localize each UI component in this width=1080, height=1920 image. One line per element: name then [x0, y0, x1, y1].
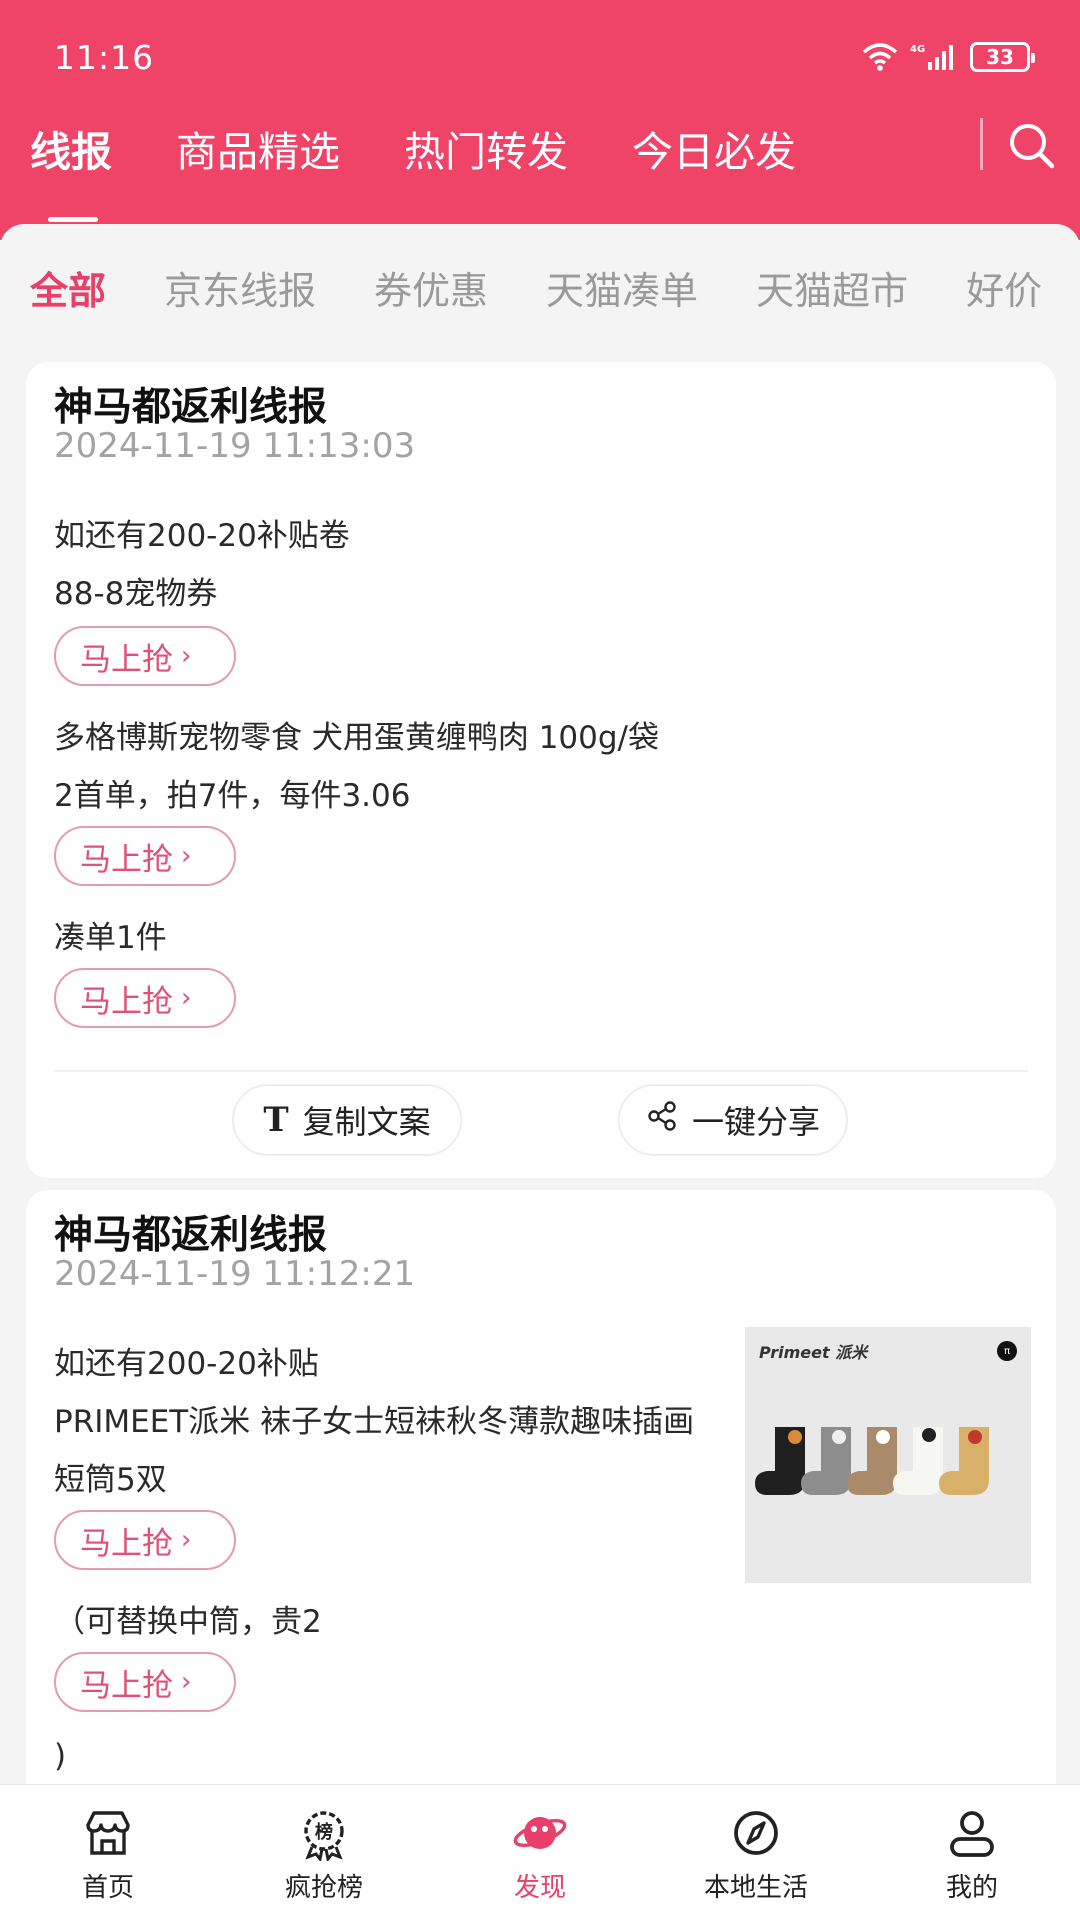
deal-text: 多格博斯宠物零食 犬用蛋黄缠鸭肉 100g/袋: [54, 720, 659, 756]
top-tab-bar: 线报 商品精选 热门转发 今日必发: [30, 118, 860, 222]
share-label: 一键分享: [691, 1103, 820, 1141]
grab-button[interactable]: 马上抢 ›: [54, 826, 236, 886]
nav-profile[interactable]: 我的: [864, 1785, 1080, 1920]
share-button[interactable]: 一键分享: [618, 1084, 848, 1156]
grab-button-label: 马上抢: [80, 1667, 173, 1704]
status-bar: 11:16 4G 33: [54, 38, 1035, 82]
text-format-icon: T: [263, 1100, 289, 1140]
deal-text: （可替换中筒，贵2: [54, 1604, 322, 1640]
card-divider: [54, 1070, 1028, 1072]
category-tab-tmall-bundle[interactable]: 天猫凑单: [546, 260, 698, 315]
app-header: 11:16 4G 33 线报 商品精选 热门转发 今日必发: [0, 0, 1080, 240]
deal-text: 如还有200-20补贴卷: [54, 518, 350, 554]
chevron-right-icon: ›: [181, 983, 192, 1013]
header-divider: [980, 118, 983, 170]
grab-button[interactable]: 马上抢 ›: [54, 1510, 236, 1570]
category-tab-good-price[interactable]: 好价: [966, 260, 1042, 315]
grab-button-label: 马上抢: [80, 841, 173, 878]
ranking-badge-icon: 榜: [296, 1805, 352, 1863]
battery-icon: 33: [970, 42, 1035, 72]
status-time: 11:16: [54, 38, 155, 77]
deal-text: 凑单1件: [54, 920, 167, 956]
cellular-signal-icon: 4G: [910, 42, 958, 72]
bottom-nav-bar: 首页 榜 疯抢榜 发现 本地生活 我的: [0, 1784, 1080, 1920]
grab-button[interactable]: 马上抢 ›: [54, 626, 236, 686]
nav-label: 我的: [945, 1873, 998, 1903]
nav-label: 发现: [513, 1873, 566, 1903]
nav-label: 本地生活: [703, 1873, 808, 1903]
chevron-right-icon: ›: [181, 1667, 192, 1697]
card-timestamp: 2024-11-19 11:13:03: [54, 426, 416, 466]
wifi-icon: [862, 42, 898, 72]
tab-remen-zhuanfa[interactable]: 热门转发: [404, 118, 568, 178]
compass-icon: [728, 1805, 784, 1861]
category-tab-bar: 全部 京东线报 券优惠 天猫凑单 天猫超市 好价: [30, 260, 1080, 315]
deal-text: 如还有200-20补贴: [54, 1346, 319, 1382]
product-image[interactable]: Primeet 派米 π: [745, 1327, 1031, 1583]
socks-illustration: [755, 1427, 989, 1495]
tab-jinri-bifa[interactable]: 今日必发: [632, 118, 796, 178]
grab-button-label: 马上抢: [80, 641, 173, 678]
tab-xianbao[interactable]: 线报: [30, 118, 112, 222]
nav-label: 首页: [81, 1873, 134, 1903]
nav-home[interactable]: 首页: [0, 1785, 216, 1920]
deal-text: 2首单，拍7件，每件3.06: [54, 778, 411, 814]
chevron-right-icon: ›: [181, 1525, 192, 1555]
grab-button[interactable]: 马上抢 ›: [54, 968, 236, 1028]
user-icon: [944, 1805, 1000, 1861]
share-icon: [646, 1100, 678, 1140]
card-timestamp: 2024-11-19 11:12:21: [54, 1254, 416, 1294]
search-icon: [1004, 124, 1060, 178]
category-tab-coupon[interactable]: 券优惠: [374, 260, 488, 315]
network-type-label: 4G: [910, 44, 925, 55]
deal-text: PRIMEET派米 袜子女士短袜秋冬薄款趣味插画: [54, 1404, 695, 1440]
tab-label: 商品精选: [176, 128, 340, 176]
search-button[interactable]: [1004, 118, 1060, 174]
nav-discover[interactable]: 发现: [432, 1785, 648, 1920]
category-tab-tmall-market[interactable]: 天猫超市: [756, 260, 908, 315]
category-tab-jd[interactable]: 京东线报: [164, 260, 316, 315]
category-tab-all[interactable]: 全部: [30, 260, 106, 315]
deal-text: 88-8宠物券: [54, 576, 218, 612]
nav-label: 疯抢榜: [284, 1873, 363, 1903]
svg-text:榜: 榜: [315, 1821, 333, 1843]
planet-icon: [512, 1805, 568, 1861]
copy-text-button[interactable]: T 复制文案: [232, 1084, 462, 1156]
grab-button[interactable]: 马上抢 ›: [54, 1652, 236, 1712]
tab-label: 热门转发: [404, 128, 568, 176]
nav-ranking[interactable]: 榜 疯抢榜: [216, 1785, 432, 1920]
status-icons: 4G 33: [862, 42, 1035, 72]
home-store-icon: [80, 1805, 136, 1861]
deal-card: 神马都返利线报 2024-11-19 11:13:03 如还有200-20补贴卷…: [26, 362, 1056, 1178]
deal-text: ): [54, 1738, 67, 1774]
tab-shangpin-jingxuan[interactable]: 商品精选: [176, 118, 340, 178]
nav-local-life[interactable]: 本地生活: [648, 1785, 864, 1920]
card-title: 神马都返利线报: [54, 1213, 328, 1258]
active-tab-indicator: [48, 217, 98, 222]
grab-button-label: 马上抢: [80, 1525, 173, 1562]
tab-label: 线报: [30, 128, 112, 176]
battery-level: 33: [986, 45, 1014, 69]
tab-label: 今日必发: [632, 128, 796, 176]
card-title: 神马都返利线报: [54, 385, 328, 430]
grab-button-label: 马上抢: [80, 983, 173, 1020]
chevron-right-icon: ›: [181, 641, 192, 671]
copy-text-label: 复制文案: [302, 1103, 431, 1141]
deal-text: 短筒5双: [54, 1462, 167, 1498]
chevron-right-icon: ›: [181, 841, 192, 871]
